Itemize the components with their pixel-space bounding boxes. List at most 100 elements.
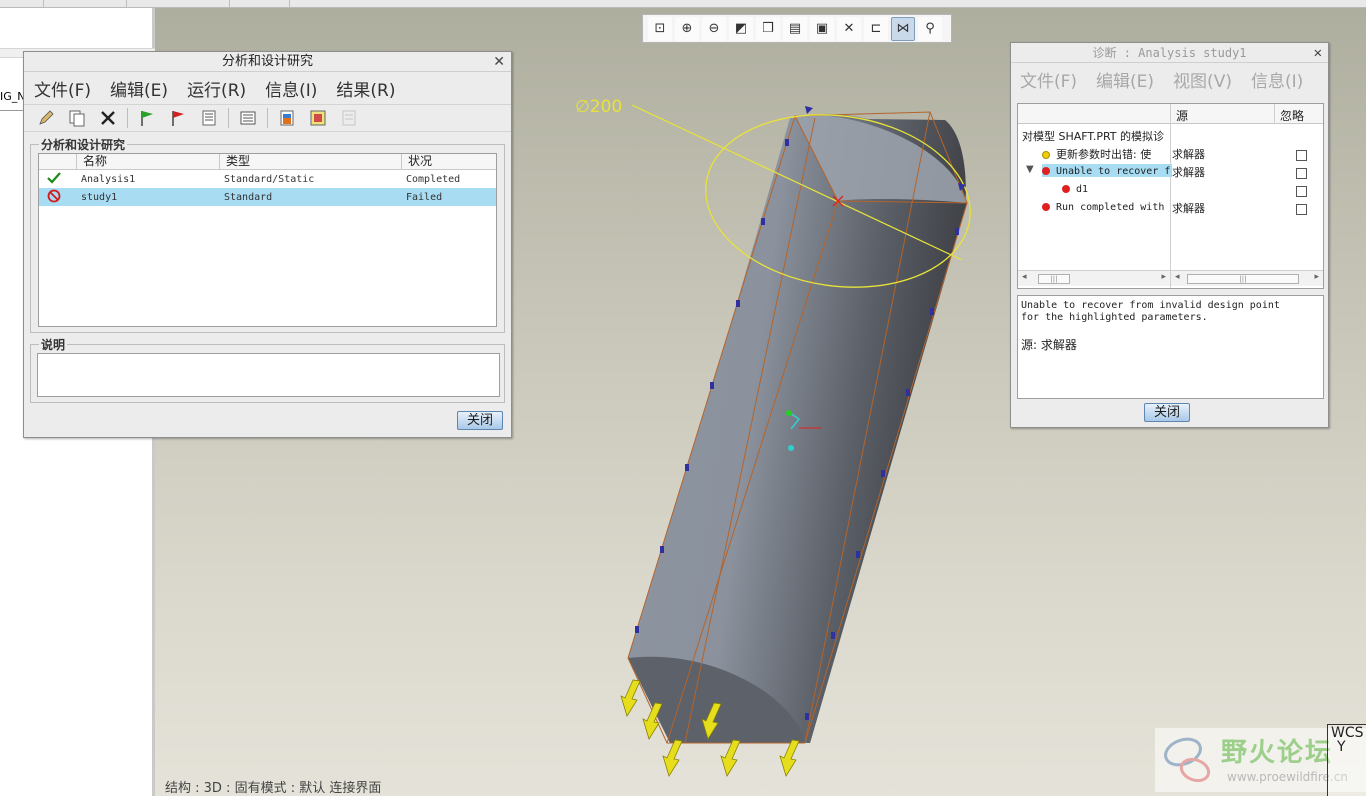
display-style-icon[interactable]: ❒ [756,16,780,41]
tree-item-run-completed[interactable]: Run completed with [1042,200,1164,213]
error-dot-icon [1042,203,1050,211]
copy-icon[interactable] [65,107,89,129]
tree-item-error-selected[interactable]: Unable to recover f [1042,164,1173,177]
diagnostic-message-area: Unable to recover from invalid design po… [1017,295,1324,399]
model-tree-item[interactable]: IG_N [0,90,26,103]
column-status[interactable]: 状况 [402,154,496,169]
study-type: Standard/Static [224,173,315,185]
zoom-in-icon[interactable]: ⊕ [675,16,699,41]
header-divider [1274,104,1275,124]
scroll-right-icon[interactable]: ▸ [1314,272,1319,282]
view-manager-icon[interactable]: ▣ [810,16,834,41]
dialog-titlebar[interactable]: 分析和设计研究 ✕ [24,52,511,72]
annotation-display-icon[interactable]: ✕ [837,16,861,41]
tree-item-source: 求解器 [1172,166,1205,179]
datum-display-icon[interactable]: ⊏ [864,16,888,41]
fringe-results-icon[interactable] [306,107,330,129]
menu-edit[interactable]: 编辑(E) [110,76,168,101]
table-row[interactable]: study1 Standard Failed [39,188,496,206]
scroll-left-icon[interactable]: ◂ [1022,272,1027,282]
ignore-checkbox[interactable] [1296,168,1307,179]
dialog-titlebar[interactable]: 诊断 : Analysis study1 ✕ [1011,43,1328,63]
ignore-checkbox[interactable] [1296,204,1307,215]
zoom-fit-icon[interactable]: ⊡ [648,16,672,41]
scroll-left-icon[interactable]: ◂ [1175,272,1180,282]
analysis-toolbar [24,104,511,132]
diagnostic-dialog: 诊断 : Analysis study1 ✕ 文件(F) 编辑(E) 视图(V)… [1010,42,1329,428]
menu-info[interactable]: 信息(I) [1251,67,1303,92]
summary-report-icon[interactable] [236,107,260,129]
ignore-checkbox[interactable] [1296,186,1307,197]
description-field[interactable] [37,353,500,397]
status-list-icon[interactable] [197,107,221,129]
error-dot-icon [1042,167,1050,175]
studies-list-header: 名称 类型 状况 [39,154,496,170]
close-icon[interactable]: ✕ [1314,43,1322,63]
delete-icon[interactable] [96,107,120,129]
start-run-flag-icon[interactable] [135,107,159,129]
menu-info[interactable]: 信息(I) [265,76,317,101]
tree-item-label: 更新参数时出错: 使 [1056,148,1152,161]
scroll-thumb[interactable]: ||| [1187,274,1299,284]
menu-edit[interactable]: 编辑(E) [1096,67,1154,92]
tab-part[interactable] [44,0,127,8]
zoom-out-icon[interactable]: ⊖ [702,16,726,41]
compare-results-icon[interactable] [337,107,361,129]
close-button[interactable]: 关闭 [457,411,503,430]
menu-view[interactable]: 视图(V) [1173,67,1232,92]
message-line-2: for the highlighted parameters. [1021,312,1208,323]
studies-group: 分析和设计研究 名称 类型 状况 Analysis1 Standard/Stat… [30,136,505,333]
tab-blank[interactable] [0,0,44,8]
diagnostic-tree[interactable]: 源 忽略 对模型 SHAFT.PRT 的模拟诊 更新参数时出错: 使 求解器 ▼… [1017,103,1324,289]
message-line-1: Unable to recover from invalid design po… [1021,300,1280,311]
tree-item-label: Unable to recover f [1056,166,1171,177]
description-label: 说明 [39,336,68,353]
top-tab-row [0,0,290,8]
shaft-surface[interactable] [628,113,967,743]
tree-root[interactable]: 对模型 SHAFT.PRT 的模拟诊 [1022,128,1164,144]
studies-list[interactable]: 名称 类型 状况 Analysis1 Standard/Static Compl… [38,153,497,327]
diagnostic-menubar: 文件(F) 编辑(E) 视图(V) 信息(I) [1011,63,1328,95]
watermark-title: 野火论坛 [1221,738,1334,768]
tab-select[interactable] [127,0,230,8]
wcs-axis-label: Y [1337,739,1346,755]
column-source[interactable]: 源 [1176,107,1188,124]
horizontal-scrollbar-right[interactable]: ◂ ||| ▸ [1171,270,1323,286]
saved-views-icon[interactable]: ▤ [783,16,807,41]
checkmark-icon [39,171,77,187]
column-name[interactable]: 名称 [77,154,220,169]
diameter-dimension[interactable]: ∅200 [575,97,622,117]
scroll-thumb[interactable]: ||| [1038,274,1070,284]
table-row[interactable]: Analysis1 Standard/Static Completed [39,170,496,188]
analysis-menubar: 文件(F) 编辑(E) 运行(R) 信息(I) 结果(R) [24,72,511,104]
edit-pencil-icon[interactable] [34,107,58,129]
close-icon[interactable]: ✕ [493,52,505,72]
description-group: 说明 [30,336,505,403]
menu-results[interactable]: 结果(R) [336,76,395,101]
spin-center-icon[interactable]: ⋈ [891,16,915,41]
horizontal-scrollbar-left[interactable]: ◂ ||| ▸ [1018,270,1170,286]
close-button[interactable]: 关闭 [1144,403,1190,422]
collapse-arrow-icon[interactable]: ▼ [1026,164,1034,175]
tree-item-label: Run completed with [1056,202,1165,213]
ignore-checkbox[interactable] [1296,150,1307,161]
menu-file[interactable]: 文件(F) [1020,67,1077,92]
study-status: Completed [406,173,461,185]
repaint-icon[interactable]: ◩ [729,16,753,41]
results-icon[interactable] [275,107,299,129]
tree-item-param[interactable]: d1 [1062,182,1088,195]
analysis-studies-dialog: 分析和设计研究 ✕ 文件(F) 编辑(E) 运行(R) 信息(I) 结果(R) [23,51,512,438]
scroll-right-icon[interactable]: ▸ [1161,272,1166,282]
column-type[interactable]: 类型 [220,154,402,169]
status-bar: 结构 : 3D : 固有模式 : 默认 连接界面 [165,781,382,796]
tree-item-warning[interactable]: 更新参数时出错: 使 [1042,146,1151,162]
dialog-title: 诊断 : Analysis study1 [1092,46,1247,60]
tab-close[interactable] [230,0,290,8]
view-toolbar: ⊡ ⊕ ⊖ ◩ ❒ ▤ ▣ ✕ ⊏ ⋈ ⚲ [642,14,952,43]
menu-run[interactable]: 运行(R) [187,76,246,101]
csys-display-icon[interactable]: ⚲ [918,16,942,41]
warning-dot-icon [1042,151,1050,159]
stop-run-flag-icon[interactable] [166,107,190,129]
menu-file[interactable]: 文件(F) [34,76,91,101]
column-ignore[interactable]: 忽略 [1280,107,1304,124]
